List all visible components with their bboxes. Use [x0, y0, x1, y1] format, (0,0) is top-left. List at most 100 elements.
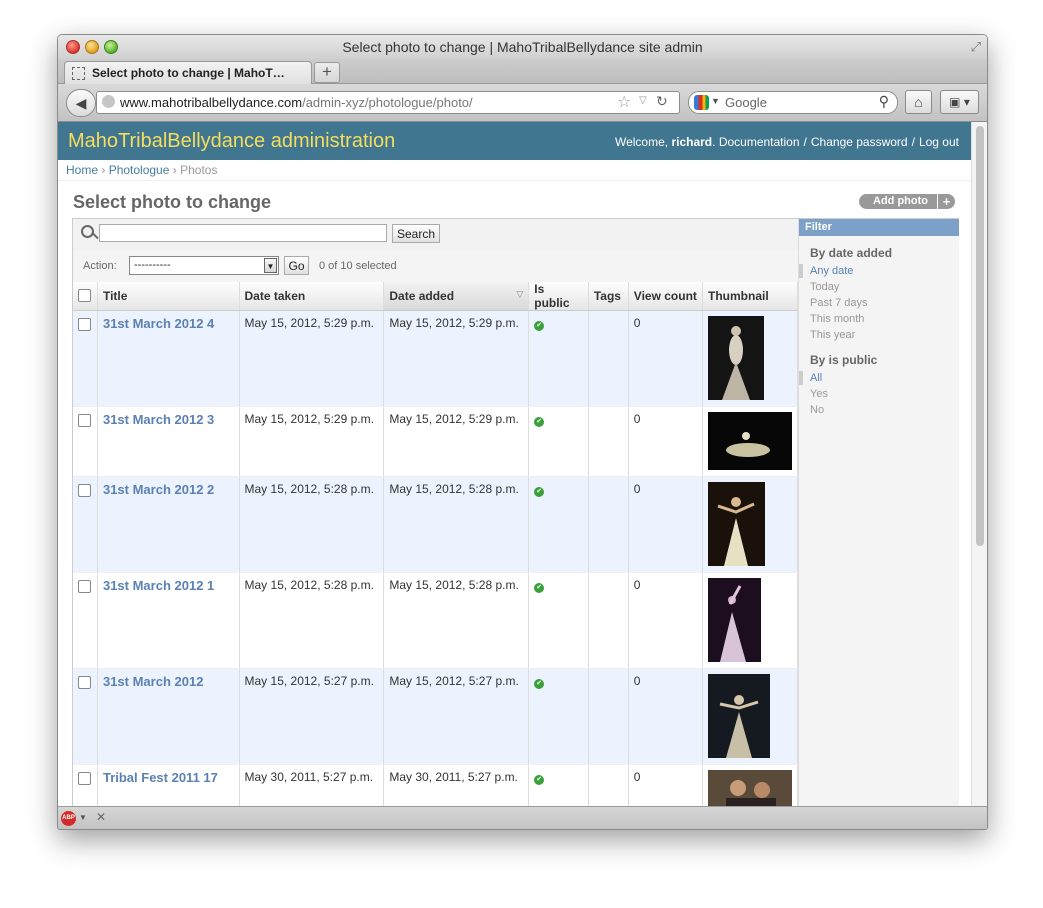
logout-link[interactable]: Log out: [919, 135, 959, 149]
column-is-public[interactable]: Is public: [528, 282, 589, 311]
check-icon: ✔: [534, 583, 545, 593]
home-button[interactable]: ⌂: [905, 90, 932, 114]
row-checkbox[interactable]: [78, 484, 91, 497]
photo-title-link[interactable]: 31st March 2012 1: [103, 578, 214, 593]
check-icon: ✔: [534, 679, 545, 689]
sort-descending-icon[interactable]: ▽: [516, 289, 523, 300]
check-icon: ✔: [534, 417, 545, 427]
plus-icon: +: [937, 194, 955, 209]
action-label: Action:: [83, 260, 117, 272]
check-icon: ✔: [534, 775, 545, 785]
documentation-link[interactable]: Documentation: [719, 135, 800, 149]
thumbnail-image[interactable]: [708, 412, 792, 470]
column-view-count[interactable]: View count: [628, 282, 704, 311]
date-taken: May 15, 2012, 5:28 p.m.: [239, 476, 385, 573]
photo-title-link[interactable]: 31st March 2012: [103, 674, 203, 689]
photo-title-link[interactable]: 31st March 2012 2: [103, 482, 214, 497]
google-icon[interactable]: [694, 95, 709, 110]
table-header-row: Title Date taken Date added ▽ Is public T…: [73, 282, 798, 311]
breadcrumb-current: Photos: [180, 163, 218, 177]
status-bar: ABP ▼ ✕: [58, 806, 987, 829]
selected-count: 0 of 10 selected: [319, 260, 397, 272]
date-taken: May 15, 2012, 5:28 p.m.: [239, 572, 385, 669]
search-button[interactable]: Search: [392, 224, 440, 243]
filter-date-any[interactable]: Any date: [810, 263, 867, 279]
tags: [588, 310, 629, 407]
date-added: May 15, 2012, 5:29 p.m.: [383, 406, 530, 477]
fullscreen-icon[interactable]: ⤢: [971, 39, 981, 55]
tags: [588, 668, 629, 765]
globe-icon: [102, 95, 115, 108]
adblock-icon[interactable]: ABP: [61, 811, 76, 826]
row-checkbox[interactable]: [78, 772, 91, 785]
photo-title-link[interactable]: 31st March 2012 3: [103, 412, 214, 427]
date-added: May 15, 2012, 5:29 p.m.: [383, 310, 530, 407]
row-checkbox[interactable]: [78, 318, 91, 331]
tags: [588, 572, 629, 669]
search-engine-dropdown-icon[interactable]: ▼: [711, 96, 720, 106]
search-icon[interactable]: ⚲: [879, 93, 889, 110]
window-title: Select photo to change | MahoTribalBelly…: [342, 39, 703, 55]
reload-icon[interactable]: ↻: [656, 93, 668, 110]
row-checkbox[interactable]: [78, 580, 91, 593]
row-checkbox[interactable]: [78, 414, 91, 427]
thumbnail-image[interactable]: [708, 674, 770, 758]
view-count: 0: [628, 406, 704, 477]
close-icon[interactable]: ✕: [96, 810, 106, 824]
chevron-down-icon: ▼: [264, 258, 277, 273]
select-all-checkbox[interactable]: [78, 289, 91, 302]
breadcrumb-home[interactable]: Home: [66, 163, 98, 177]
photo-title-link[interactable]: 31st March 2012 4: [103, 316, 214, 331]
add-photo-button[interactable]: Add photo +: [859, 194, 955, 209]
column-title[interactable]: Title: [97, 282, 240, 311]
date-added: May 15, 2012, 5:28 p.m.: [383, 476, 530, 573]
back-button[interactable]: ◀: [66, 89, 96, 117]
page-content: MahoTribalBellydance administration Welc…: [58, 122, 971, 806]
column-date-taken[interactable]: Date taken: [239, 282, 385, 311]
thumbnail-image[interactable]: [708, 316, 764, 400]
filter-date-year[interactable]: This year: [810, 327, 867, 343]
bookmark-star-icon[interactable]: ☆: [617, 92, 631, 112]
column-thumbnail: Thumbnail: [702, 282, 798, 311]
filter-date-month[interactable]: This month: [810, 311, 867, 327]
thumbnail-image[interactable]: [708, 482, 765, 566]
dropdown-arrow-icon[interactable]: ▽: [639, 95, 647, 106]
search-bar[interactable]: ▼ Google ⚲: [688, 91, 898, 114]
filter-date-past7[interactable]: Past 7 days: [810, 295, 867, 311]
browser-toolbar: ◀ www.mahotribalbellydance.com/admin-xyz…: [58, 84, 987, 122]
tab-title: Select photo to change | MahoT…: [92, 66, 285, 80]
scrollbar-thumb[interactable]: [976, 126, 984, 546]
breadcrumb-photologue[interactable]: Photologue: [109, 163, 170, 177]
address-bar[interactable]: www.mahotribalbellydance.com/admin-xyz/p…: [96, 91, 680, 114]
thumbnail-image[interactable]: [708, 578, 761, 662]
date-taken: May 15, 2012, 5:29 p.m.: [239, 310, 385, 407]
column-date-added[interactable]: Date added ▽: [383, 282, 530, 311]
table-row: 31st March 2012 1 May 15, 2012, 5:28 p.m…: [73, 572, 798, 669]
search-input[interactable]: [99, 224, 387, 242]
tab-active[interactable]: Select photo to change | MahoT…: [64, 61, 312, 84]
filter-public-all[interactable]: All: [810, 370, 828, 386]
filter-public-yes[interactable]: Yes: [810, 386, 828, 402]
check-icon: ✔: [534, 487, 545, 497]
site-name[interactable]: MahoTribalBellydance administration: [68, 130, 395, 153]
row-checkbox[interactable]: [78, 676, 91, 689]
adblock-dropdown-icon[interactable]: ▼: [79, 813, 87, 822]
select-all-header: [73, 282, 98, 311]
search-icon: [81, 225, 94, 238]
date-added: May 30, 2011, 5:27 p.m.: [383, 764, 530, 806]
column-tags[interactable]: Tags: [588, 282, 629, 311]
filter-date-today[interactable]: Today: [810, 279, 867, 295]
filter-date-list: Any date Today Past 7 days This month Th…: [810, 263, 867, 343]
new-tab-button[interactable]: +: [314, 62, 340, 83]
photo-title-link[interactable]: Tribal Fest 2011 17: [103, 770, 218, 785]
url-host: www.mahotribalbellydance.com: [120, 95, 303, 110]
bookmarks-button[interactable]: ▣ ▾: [940, 90, 979, 114]
thumbnail-image[interactable]: [708, 770, 792, 806]
change-password-link[interactable]: Change password: [811, 135, 908, 149]
action-select[interactable]: ---------- ▼: [129, 256, 279, 275]
go-button[interactable]: Go: [284, 256, 309, 275]
tags: [588, 764, 629, 806]
tab-bar: Select photo to change | MahoT… +: [58, 59, 987, 84]
vertical-scrollbar[interactable]: [971, 122, 987, 806]
filter-public-no[interactable]: No: [810, 402, 828, 418]
